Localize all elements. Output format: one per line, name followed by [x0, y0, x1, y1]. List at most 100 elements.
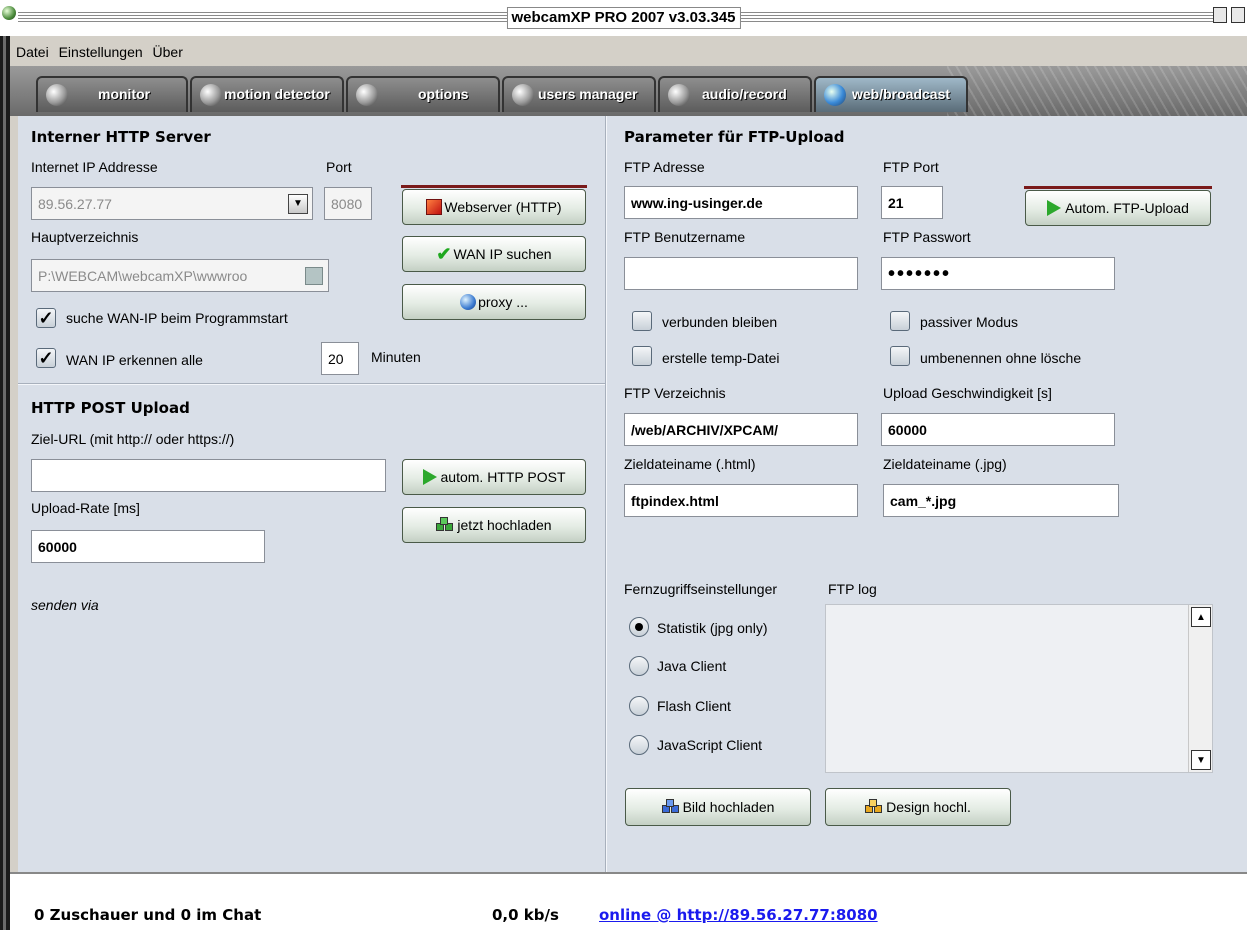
ftp-port-label: FTP Port — [883, 159, 939, 175]
wan-detect-checkbox[interactable]: ✓ — [36, 348, 56, 368]
ftp-heading: Parameter für FTP-Upload — [624, 128, 845, 146]
audio-icon — [668, 84, 690, 106]
active-indicator — [401, 185, 587, 188]
menu-ueber[interactable]: Über — [153, 44, 183, 60]
html-target-field[interactable]: ftpindex.html — [624, 484, 858, 517]
send-via-label: senden via — [31, 597, 99, 613]
target-url-field[interactable] — [31, 459, 386, 492]
upload-image-button[interactable]: Bild hochladen — [625, 788, 811, 826]
ftp-log-scrollbar[interactable]: ▲ ▼ — [1188, 605, 1212, 772]
temp-file-checkbox[interactable] — [632, 346, 652, 366]
chevron-down-icon[interactable]: ▼ — [288, 194, 308, 214]
users-icon — [512, 84, 534, 106]
upload-now-button[interactable]: jetzt hochladen — [402, 507, 586, 543]
motion-icon — [200, 84, 222, 106]
status-bar: 0 Zuschauer und 0 im Chat 0,0 kb/s onlin… — [10, 872, 1247, 930]
ftp-address-field[interactable]: www.ing-usinger.de — [624, 186, 858, 219]
app-icon[interactable] — [2, 6, 16, 20]
wan-detect-interval-field[interactable]: 20 — [321, 342, 359, 375]
rename-label: umbenennen ohne lösche — [920, 350, 1082, 366]
temp-file-label: erstelle temp-Datei — [662, 350, 780, 366]
ip-address-value: 89.56.27.77 — [38, 195, 112, 212]
restore-window-icon[interactable] — [1213, 7, 1227, 23]
auto-ftp-upload-button[interactable]: Autom. FTP-Upload — [1024, 186, 1212, 226]
scroll-up-icon[interactable]: ▲ — [1191, 607, 1211, 627]
upload-speed-field[interactable]: 60000 — [881, 413, 1115, 446]
auto-http-post-button[interactable]: autom. HTTP POST — [402, 459, 586, 495]
search-on-start-checkbox[interactable]: ✓ — [36, 308, 56, 328]
remote-option-java-label: Java Client — [657, 658, 727, 674]
menu-bar: Datei Einstellungen Über — [10, 36, 1247, 66]
remote-option-java-radio[interactable] — [629, 656, 649, 676]
tab-web-broadcast[interactable]: web/broadcast — [814, 76, 968, 112]
port-label: Port — [326, 159, 352, 175]
cubes-icon — [865, 799, 883, 815]
proxy-button-label: proxy ... — [478, 294, 528, 310]
stop-icon — [426, 199, 443, 215]
play-icon — [1047, 200, 1062, 216]
left-frame — [0, 36, 10, 930]
tab-monitor-label: monitor — [98, 86, 151, 102]
root-dir-value: P:\WEBCAM\webcamXP\wwwroo — [38, 267, 248, 284]
target-url-label: Ziel-URL (mit http:// oder https://) — [31, 431, 235, 447]
online-url-link[interactable]: online @ http://89.56.27.77:8080 — [599, 906, 878, 924]
upload-design-button[interactable]: Design hochl. — [825, 788, 1011, 826]
search-on-start-label: suche WAN-IP beim Programmstart — [66, 310, 288, 326]
viewers-status: 0 Zuschauer und 0 im Chat — [34, 906, 262, 924]
menu-einstellungen[interactable]: Einstellungen — [59, 44, 143, 60]
ip-address-select[interactable]: 89.56.27.77 ▼ — [31, 187, 313, 220]
ftp-directory-label: FTP Verzeichnis — [624, 385, 726, 401]
minimize-window-icon[interactable] — [1231, 7, 1245, 23]
globe-icon — [460, 294, 477, 310]
ftp-port-field[interactable]: 21 — [881, 186, 943, 219]
tab-motion-detector[interactable]: motion detector — [190, 76, 344, 112]
rename-checkbox[interactable] — [890, 346, 910, 366]
auto-http-post-label: autom. HTTP POST — [440, 469, 566, 485]
upload-now-label: jetzt hochladen — [457, 517, 552, 533]
play-icon — [422, 469, 437, 485]
jpg-target-field[interactable]: cam_*.jpg — [883, 484, 1119, 517]
scroll-down-icon[interactable]: ▼ — [1191, 750, 1211, 770]
tab-audio-record[interactable]: audio/record — [658, 76, 812, 112]
jpg-target-label: Zieldateiname (.jpg) — [883, 456, 1007, 472]
upload-design-label: Design hochl. — [886, 799, 971, 815]
ftp-log-label: FTP log — [828, 581, 877, 597]
wan-detect-label: WAN IP erkennen alle — [66, 352, 203, 368]
upload-rate-field[interactable]: 60000 — [31, 530, 265, 563]
port-field[interactable]: 8080 — [324, 187, 372, 220]
tab-options[interactable]: options — [346, 76, 500, 112]
upload-speed-label: Upload Geschwindigkeit [s] — [883, 385, 1052, 401]
webcam-icon — [46, 84, 68, 106]
proxy-button[interactable]: proxy ... — [402, 284, 586, 320]
folder-browse-icon[interactable] — [305, 267, 323, 285]
remote-option-statistik-radio[interactable] — [629, 617, 649, 637]
ftp-directory-field[interactable]: /web/ARCHIV/XPCAM/ — [624, 413, 858, 446]
stay-connected-checkbox[interactable] — [632, 311, 652, 331]
ftp-address-label: FTP Adresse — [624, 159, 705, 175]
remote-option-javascript-label: JavaScript Client — [657, 737, 763, 753]
remote-option-javascript-radio[interactable] — [629, 735, 649, 755]
tab-monitor[interactable]: monitor — [36, 76, 188, 112]
http-post-heading: HTTP POST Upload — [31, 399, 190, 417]
upload-rate-label: Upload-Rate [ms] — [31, 500, 140, 516]
transfer-rate: 0,0 kb/s — [492, 906, 559, 924]
menu-datei[interactable]: Datei — [16, 44, 49, 60]
cubes-icon — [436, 517, 454, 533]
remote-option-statistik-label: Statistik (jpg only) — [657, 620, 768, 636]
http-server-heading: Interner HTTP Server — [31, 128, 211, 146]
remote-option-flash-radio[interactable] — [629, 696, 649, 716]
webserver-button[interactable]: Webserver (HTTP) — [401, 185, 587, 225]
remote-access-label: Fernzugriffseinstellunger — [624, 581, 778, 597]
webserver-button-label: Webserver (HTTP) — [444, 199, 562, 215]
wan-ip-search-button[interactable]: ✔ WAN IP suchen — [402, 236, 586, 272]
ftp-user-field[interactable] — [624, 257, 858, 290]
globe-icon — [824, 84, 846, 106]
title-bar: webcamXP PRO 2007 v3.03.345 — [0, 0, 1247, 36]
tab-users-manager[interactable]: users manager — [502, 76, 656, 112]
ftp-log-area[interactable]: ▲ ▼ — [825, 604, 1213, 773]
passive-mode-checkbox[interactable] — [890, 311, 910, 331]
vertical-divider — [605, 116, 607, 872]
minutes-label: Minuten — [371, 349, 421, 365]
root-dir-field[interactable]: P:\WEBCAM\webcamXP\wwwroo — [31, 259, 329, 292]
ftp-password-field[interactable]: ••••••• — [881, 257, 1115, 290]
